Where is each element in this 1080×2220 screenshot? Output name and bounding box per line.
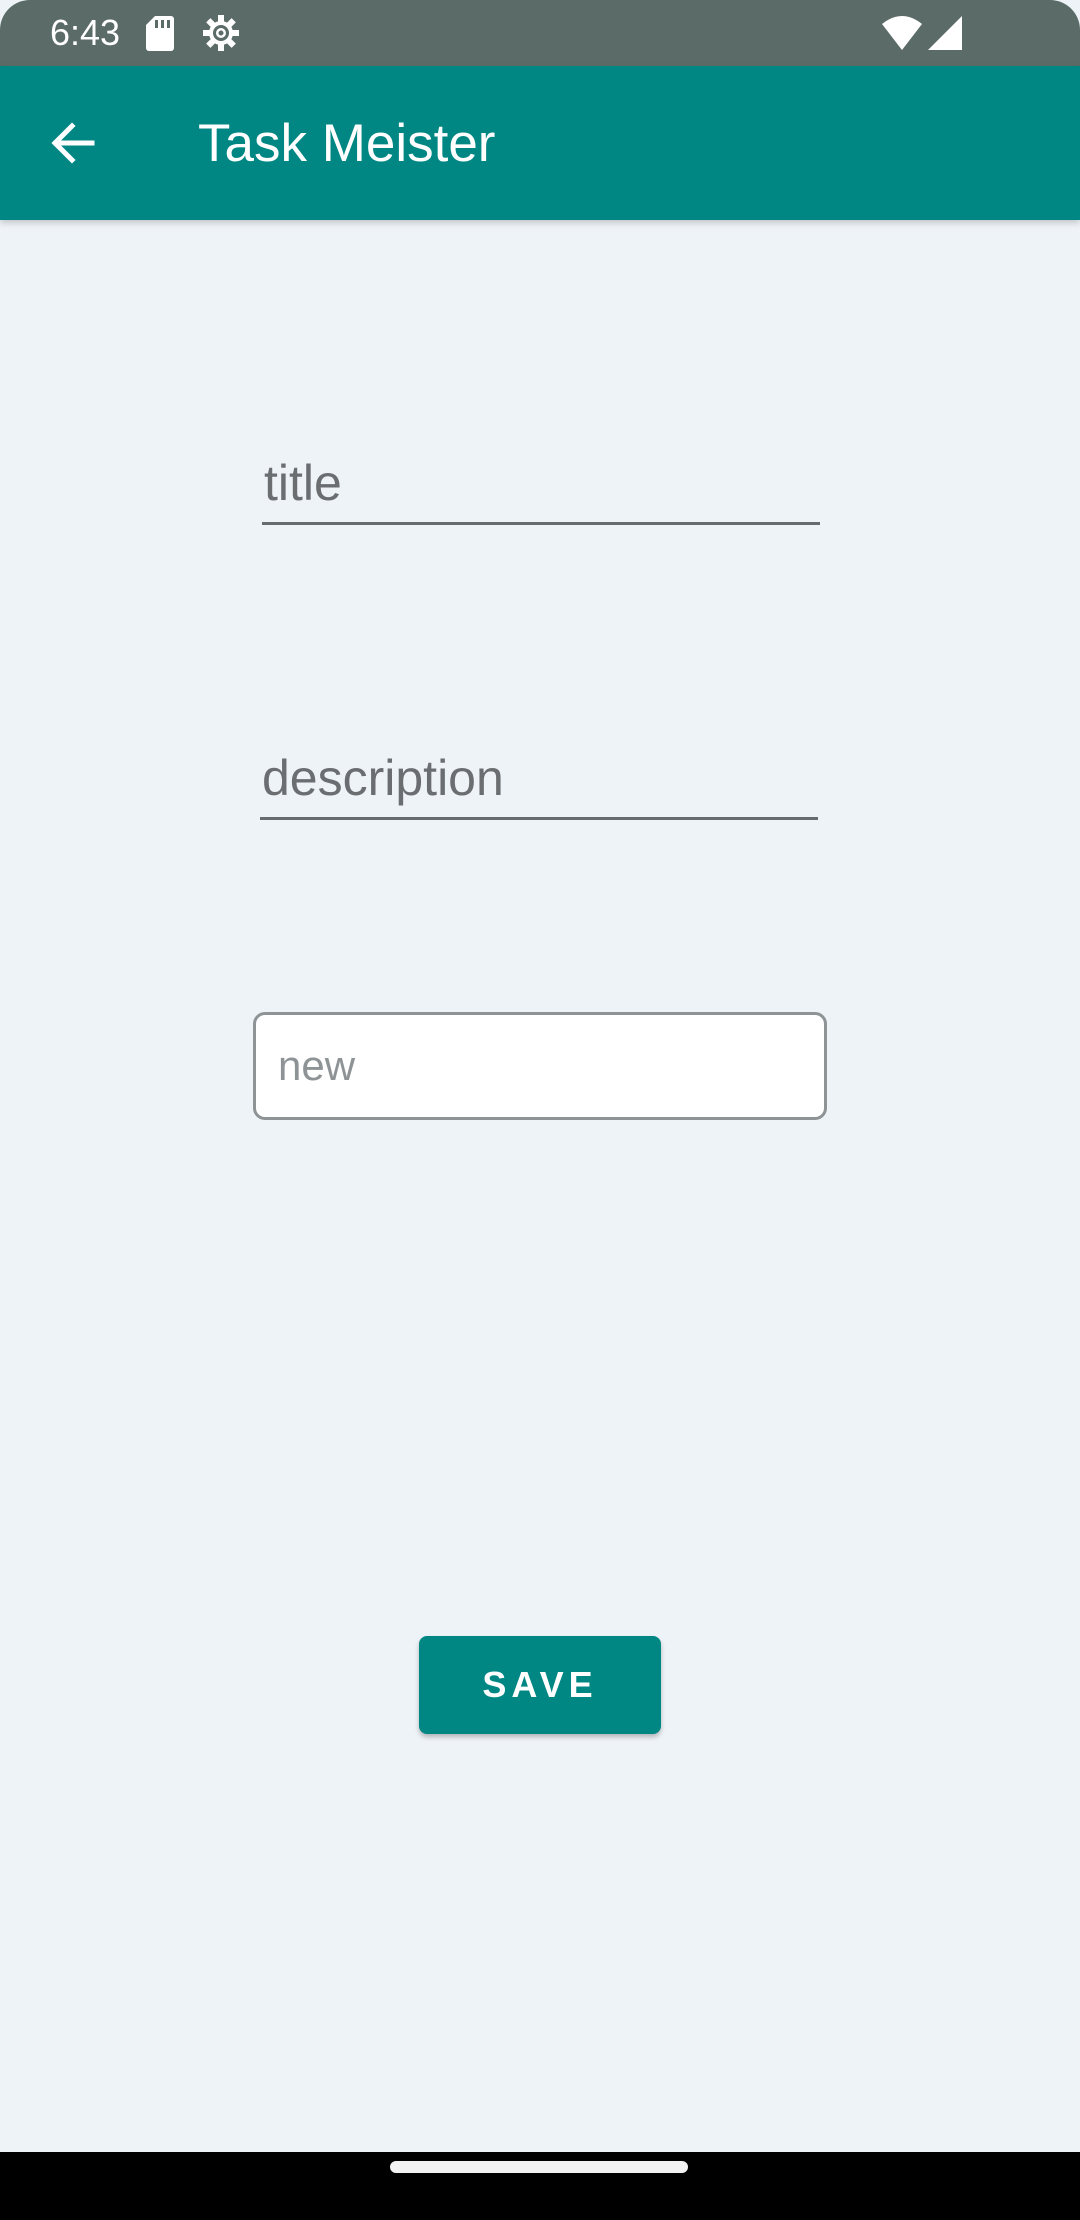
back-button[interactable]: [30, 101, 114, 185]
description-input[interactable]: [260, 745, 818, 820]
save-button[interactable]: SAVE: [419, 1636, 661, 1734]
settings-gear-icon: [203, 15, 239, 51]
app-title: Task Meister: [198, 114, 496, 173]
status-dropdown-value: new: [278, 1042, 356, 1089]
title-field-container: [262, 450, 820, 525]
home-gesture-handle[interactable]: [390, 2161, 688, 2173]
title-input[interactable]: [262, 450, 820, 525]
signal-icon: [928, 16, 962, 50]
wifi-icon: [882, 16, 922, 50]
arrow-back-icon: [51, 122, 95, 164]
sd-card-icon: [146, 16, 174, 51]
status-dropdown[interactable]: new: [253, 1012, 827, 1120]
status-bar: 6:43: [0, 0, 1080, 66]
description-field-container: [260, 745, 818, 820]
status-time: 6:43: [50, 12, 121, 53]
app-bar: Task Meister: [0, 66, 1080, 220]
